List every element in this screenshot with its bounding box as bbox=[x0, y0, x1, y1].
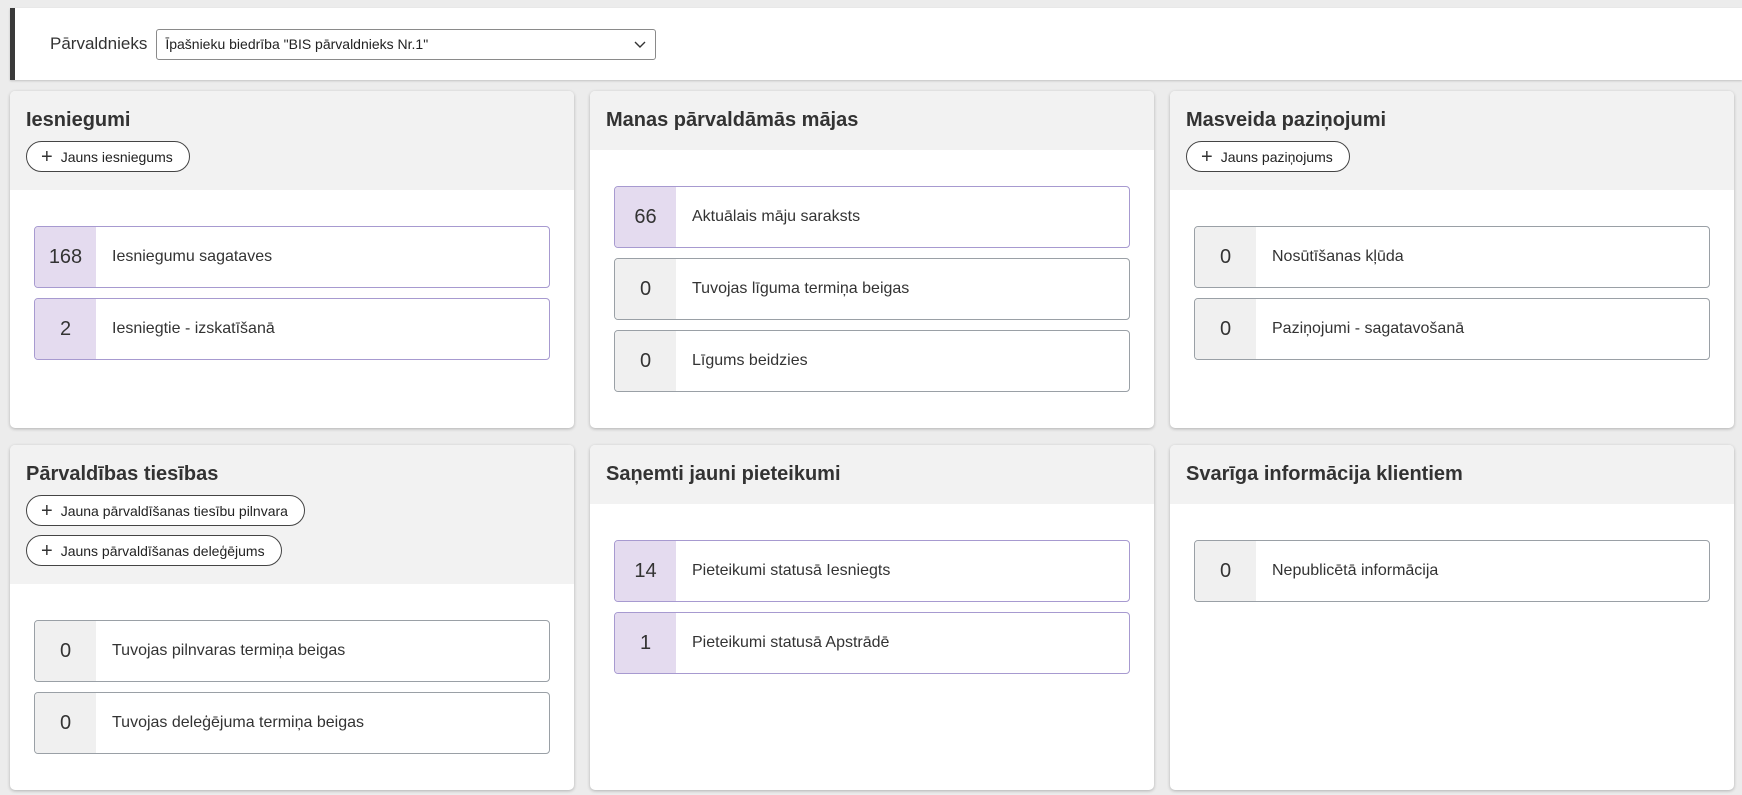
item-count: 66 bbox=[615, 187, 676, 247]
card-header: Saņemti jauni pieteikumi bbox=[590, 445, 1154, 504]
list-item[interactable]: 0 Tuvojas pilnvaras termiņa beigas bbox=[34, 620, 550, 682]
item-label: Iesniegumu sagataves bbox=[112, 248, 273, 265]
item-label: Līgums beidzies bbox=[692, 352, 808, 369]
item-label: Pieteikumi statusā Apstrādē bbox=[692, 634, 890, 651]
card-header: Manas pārvaldāmās mājas bbox=[590, 91, 1154, 150]
manager-bar: Pārvaldnieks Īpašnieku biedrība "BIS pār… bbox=[10, 8, 1742, 80]
new-power-of-attorney-label: Jauna pārvaldīšanas tiesību pilnvara bbox=[60, 502, 288, 519]
list-item[interactable]: 0 Līgums beidzies bbox=[614, 330, 1130, 392]
plus-icon: + bbox=[41, 499, 53, 522]
list-item[interactable]: 0 Tuvojas līguma termiņa beigas bbox=[614, 258, 1130, 320]
item-label: Iesniegtie - izskatīšanā bbox=[112, 320, 275, 337]
list-item[interactable]: 1 Pieteikumi statusā Apstrādē bbox=[614, 612, 1130, 674]
item-count: 0 bbox=[1195, 541, 1256, 601]
item-label: Tuvojas deleģējuma termiņa beigas bbox=[112, 714, 364, 731]
list-item[interactable]: 0 Tuvojas deleģējuma termiņa beigas bbox=[34, 692, 550, 754]
card-client-info: Svarīga informācija klientiem 0 Nepublic… bbox=[1170, 445, 1734, 790]
new-delegation-label: Jauns pārvaldīšanas deleģējums bbox=[60, 542, 265, 559]
item-count: 1 bbox=[615, 613, 676, 673]
plus-icon: + bbox=[41, 539, 53, 562]
manager-select-value: Īpašnieku biedrība "BIS pārvaldnieks Nr.… bbox=[165, 36, 429, 52]
card-houses: Manas pārvaldāmās mājas 66 Aktuālais māj… bbox=[590, 91, 1154, 428]
card-mass-notices: Masveida paziņojumi + Jauns paziņojums 0… bbox=[1170, 91, 1734, 428]
item-label: Tuvojas pilnvaras termiņa beigas bbox=[112, 642, 346, 659]
item-count: 0 bbox=[615, 331, 676, 391]
new-submission-label: Jauns iesniegums bbox=[60, 148, 173, 165]
item-count: 14 bbox=[615, 541, 676, 601]
item-label: Nosūtīšanas kļūda bbox=[1272, 248, 1404, 265]
card-rights: Pārvaldības tiesības + Jauna pārvaldīšan… bbox=[10, 445, 574, 790]
new-submission-button[interactable]: + Jauns iesniegums bbox=[26, 141, 190, 172]
item-label: Pieteikumi statusā Iesniegts bbox=[692, 562, 891, 579]
list-item[interactable]: 66 Aktuālais māju saraksts bbox=[614, 186, 1130, 248]
card-header: Masveida paziņojumi + Jauns paziņojums bbox=[1170, 91, 1734, 190]
card-title: Svarīga informācija klientiem bbox=[1186, 463, 1463, 485]
card-title: Masveida paziņojumi bbox=[1186, 109, 1387, 131]
chevron-down-icon bbox=[634, 41, 646, 48]
item-count: 0 bbox=[615, 259, 676, 319]
item-count: 168 bbox=[35, 227, 96, 287]
item-count: 2 bbox=[35, 299, 96, 359]
new-notice-label: Jauns paziņojums bbox=[1220, 148, 1333, 165]
item-label: Tuvojas līguma termiņa beigas bbox=[692, 280, 910, 297]
card-header: Iesniegumi + Jauns iesniegums bbox=[10, 91, 574, 190]
card-header: Pārvaldības tiesības + Jauna pārvaldīšan… bbox=[10, 445, 574, 584]
card-title: Iesniegumi bbox=[26, 109, 131, 131]
card-header: Svarīga informācija klientiem bbox=[1170, 445, 1734, 504]
card-submissions: Iesniegumi + Jauns iesniegums 168 Iesnie… bbox=[10, 91, 574, 428]
card-title: Manas pārvaldāmās mājas bbox=[606, 109, 859, 131]
new-delegation-button[interactable]: + Jauns pārvaldīšanas deleģējums bbox=[26, 535, 282, 566]
manager-label: Pārvaldnieks bbox=[50, 34, 148, 53]
card-title: Saņemti jauni pieteikumi bbox=[606, 463, 841, 485]
card-title: Pārvaldības tiesības bbox=[26, 463, 219, 485]
manager-select[interactable]: Īpašnieku biedrība "BIS pārvaldnieks Nr.… bbox=[156, 28, 657, 60]
item-count: 0 bbox=[1195, 299, 1256, 359]
list-item[interactable]: 0 Nosūtīšanas kļūda bbox=[1194, 226, 1710, 288]
new-notice-button[interactable]: + Jauns paziņojums bbox=[1186, 141, 1350, 172]
card-applications: Saņemti jauni pieteikumi 14 Pieteikumi s… bbox=[590, 445, 1154, 790]
plus-icon: + bbox=[1201, 145, 1213, 168]
list-item[interactable]: 0 Nepublicētā informācija bbox=[1194, 540, 1710, 602]
item-label: Nepublicētā informācija bbox=[1272, 562, 1439, 579]
item-label: Paziņojumi - sagatavošanā bbox=[1272, 320, 1465, 337]
item-count: 0 bbox=[1195, 227, 1256, 287]
list-item[interactable]: 168 Iesniegumu sagataves bbox=[34, 226, 550, 288]
item-count: 0 bbox=[35, 693, 96, 753]
item-count: 0 bbox=[35, 621, 96, 681]
list-item[interactable]: 2 Iesniegtie - izskatīšanā bbox=[34, 298, 550, 360]
new-power-of-attorney-button[interactable]: + Jauna pārvaldīšanas tiesību pilnvara bbox=[26, 495, 305, 526]
list-item[interactable]: 14 Pieteikumi statusā Iesniegts bbox=[614, 540, 1130, 602]
list-item[interactable]: 0 Paziņojumi - sagatavošanā bbox=[1194, 298, 1710, 360]
plus-icon: + bbox=[41, 145, 53, 168]
item-label: Aktuālais māju saraksts bbox=[692, 208, 861, 225]
